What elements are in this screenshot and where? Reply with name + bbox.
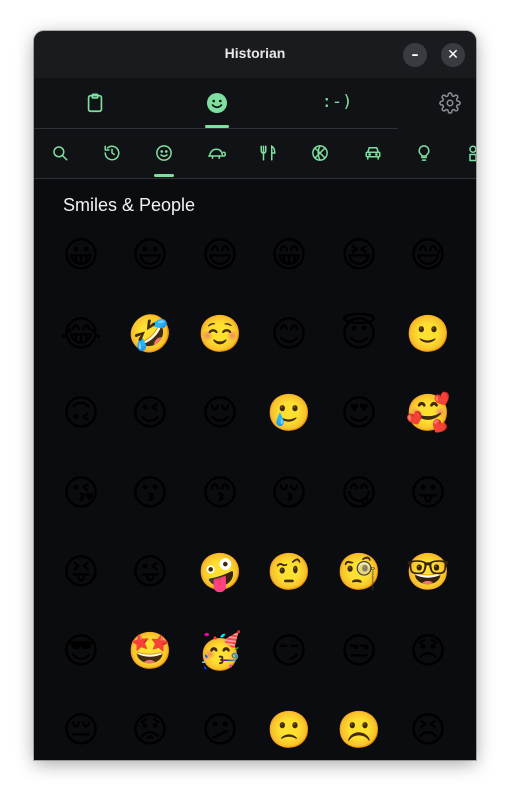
emoji-item[interactable]: 🤩 [120, 622, 180, 682]
emoji-item[interactable]: 😗 [120, 464, 180, 524]
minimize-button[interactable]: – [403, 43, 427, 67]
emoji-item[interactable]: 😇 [329, 305, 389, 365]
emoji-item[interactable]: 🙁 [259, 701, 319, 760]
category-symbols[interactable] [459, 129, 476, 177]
emoji-item[interactable]: 😀 [51, 226, 111, 286]
settings-button[interactable] [430, 78, 470, 128]
category-bar [34, 129, 476, 179]
category-objects[interactable] [407, 129, 441, 177]
emoji-item[interactable]: 🤨 [259, 543, 319, 603]
emoji-item[interactable]: 😔 [51, 701, 111, 760]
basketball-icon [312, 145, 328, 161]
emoji-item[interactable]: 🥳 [190, 622, 250, 682]
turtle-icon [208, 148, 226, 159]
emoji-item[interactable]: 😅 [398, 226, 458, 286]
emoji-item[interactable]: 🤓 [398, 543, 458, 603]
emoji-item[interactable]: 😒 [329, 622, 389, 682]
emoji-item[interactable]: 😝 [51, 543, 111, 603]
emoji-item[interactable]: 😋 [329, 464, 389, 524]
active-category-indicator [154, 174, 174, 177]
emoji-item[interactable]: 😟 [120, 701, 180, 760]
lightbulb-icon [418, 145, 430, 161]
category-food[interactable] [251, 129, 285, 177]
emoji-item[interactable]: ☹️ [329, 701, 389, 760]
fork-knife-icon [260, 145, 276, 161]
historian-window: Historian – ✕ :-) Smiles & People 😀 😃 😄 … [34, 31, 476, 760]
emoji-item[interactable]: 😜 [120, 543, 180, 603]
emoji-item[interactable]: 😕 [190, 701, 250, 760]
emoji-item[interactable]: 😍 [329, 384, 389, 444]
emoji-item[interactable]: 😙 [190, 464, 250, 524]
emoji-item[interactable]: 😌 [190, 384, 250, 444]
emoji-item[interactable]: 😛 [398, 464, 458, 524]
category-history[interactable] [95, 129, 129, 177]
emoji-item[interactable]: 🥰 [398, 384, 458, 444]
category-travel[interactable] [355, 129, 389, 177]
emoticon-label: :-) [321, 92, 353, 112]
tab-emoji[interactable] [194, 78, 240, 128]
emoji-item[interactable]: 😣 [398, 701, 458, 760]
symbols-icon [469, 145, 476, 162]
emoji-item[interactable]: 😉 [120, 384, 180, 444]
emoji-item[interactable]: 🤪 [190, 543, 250, 603]
clipboard-icon [87, 93, 103, 113]
emoji-item[interactable]: 🥲 [259, 384, 319, 444]
search-icon [53, 146, 68, 161]
emoji-item[interactable]: 😂 [51, 305, 111, 365]
emoji-item[interactable]: 😊 [259, 305, 319, 365]
emoji-item[interactable]: 😎 [51, 622, 111, 682]
emoji-item[interactable]: ☺️ [190, 305, 250, 365]
category-animals[interactable] [199, 129, 233, 177]
tab-clipboard[interactable] [72, 78, 118, 128]
title-bar[interactable]: Historian – ✕ [34, 31, 476, 78]
emoji-item[interactable]: 🤣 [120, 305, 180, 365]
emoji-item[interactable]: 😞 [398, 622, 458, 682]
gear-icon [439, 92, 461, 114]
smiley-icon [156, 145, 172, 161]
category-activities[interactable] [303, 129, 337, 177]
section-title: Smiles & People [63, 195, 196, 215]
emoji-item[interactable]: 😄 [190, 226, 250, 286]
emoji-item[interactable]: 😏 [259, 622, 319, 682]
tab-emoticons[interactable]: :-) [314, 78, 360, 128]
emoji-item[interactable]: 😘 [51, 464, 111, 524]
emoji-item[interactable]: 😆 [329, 226, 389, 286]
smiley-icon [207, 93, 227, 113]
category-search[interactable] [43, 129, 77, 177]
history-icon [104, 145, 120, 161]
emoji-item[interactable]: 🙂 [398, 305, 458, 365]
close-button[interactable]: ✕ [441, 43, 465, 67]
emoji-item[interactable]: 🙃 [51, 384, 111, 444]
emoji-item[interactable]: 😁 [259, 226, 319, 286]
emoji-item[interactable]: 😃 [120, 226, 180, 286]
emoji-item[interactable]: 😚 [259, 464, 319, 524]
active-tab-indicator [205, 125, 229, 128]
category-smileys[interactable] [147, 129, 181, 177]
car-icon [365, 147, 381, 160]
emoji-item[interactable]: 🧐 [329, 543, 389, 603]
